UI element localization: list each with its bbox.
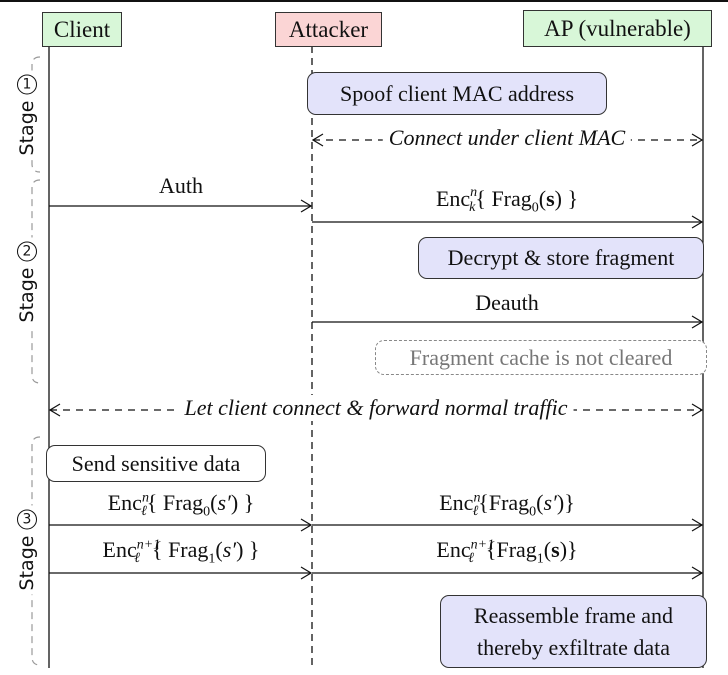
spoof-mac-note: Spoof client MAC address: [307, 72, 607, 115]
deauth-label: Deauth: [475, 290, 539, 315]
stage-number: 2: [17, 241, 37, 262]
stage-text: Stage: [16, 535, 38, 591]
stage-number: 3: [17, 509, 37, 530]
reassemble-note: Reassemble frame and thereby exfiltrate …: [440, 595, 707, 668]
sup: n: [470, 184, 478, 200]
arg: s′: [222, 537, 237, 562]
sub: ℓ: [472, 504, 479, 520]
frag-sub: 1: [536, 551, 544, 567]
stage-3-label: Stage 3: [16, 505, 38, 595]
enc: Enc: [439, 490, 474, 515]
msg2-right-label: Encn+1ℓ {Frag1(s)}: [436, 537, 578, 567]
reassemble-line1: Reassemble frame and: [473, 602, 674, 628]
arg: s′: [543, 490, 557, 515]
frag-sub: 0: [203, 504, 211, 520]
sub: k: [469, 200, 476, 216]
enc-k-label: Encnk{ Frag0(s) }: [435, 184, 579, 216]
arg: s: [551, 537, 560, 562]
msg1-right-label: Encnℓ{Frag0(s′)}: [439, 490, 575, 520]
frag-sub: 0: [529, 504, 537, 520]
frag: Frag: [168, 537, 209, 562]
reassemble-line2: thereby exfiltrate data: [476, 634, 670, 660]
sub: ℓ: [140, 504, 147, 520]
send-sensitive-note: Send sensitive data: [46, 445, 266, 482]
frag: Frag: [162, 490, 204, 515]
enc: Enc: [107, 490, 142, 515]
arg: s′: [217, 490, 231, 515]
enc: Enc: [436, 537, 471, 562]
stage-text: Stage: [16, 267, 38, 323]
frag: Frag: [491, 186, 532, 211]
frag-sub: 0: [531, 200, 539, 216]
stage-number: 1: [17, 74, 37, 95]
auth-label: Auth: [159, 173, 203, 198]
attacker-actor: Attacker: [275, 12, 382, 47]
stage-2-label: Stage 2: [16, 237, 38, 327]
decrypt-store-note: Decrypt & store fragment: [418, 237, 704, 279]
frag: Frag: [496, 537, 537, 562]
stage-text: Stage: [16, 100, 38, 156]
sub: ℓ: [134, 551, 141, 567]
msg2-left-label: Encn+1ℓ{ Frag1(s′) }: [102, 537, 260, 567]
frag: Frag: [488, 490, 530, 515]
stage-1-label: Stage 1: [16, 70, 38, 160]
enc: Enc: [435, 186, 471, 211]
sub: ℓ: [468, 551, 474, 567]
msg1-left-label: Encnℓ{ Frag0(s′) }: [107, 490, 255, 520]
ap-actor: AP (vulnerable): [523, 10, 712, 47]
cache-not-cleared-note: Fragment cache is not cleared: [375, 340, 707, 375]
arg: s: [546, 186, 555, 211]
connect-label: Connect under client MAC: [382, 125, 632, 151]
sequence-diagram: Client Attacker AP (vulnerable) Stage 1 S…: [0, 0, 728, 675]
client-actor: Client: [42, 12, 122, 47]
forward-label: Let client connect & forward normal traf…: [178, 395, 574, 421]
enc: Enc: [102, 537, 137, 562]
frag-sub: 1: [208, 551, 216, 567]
